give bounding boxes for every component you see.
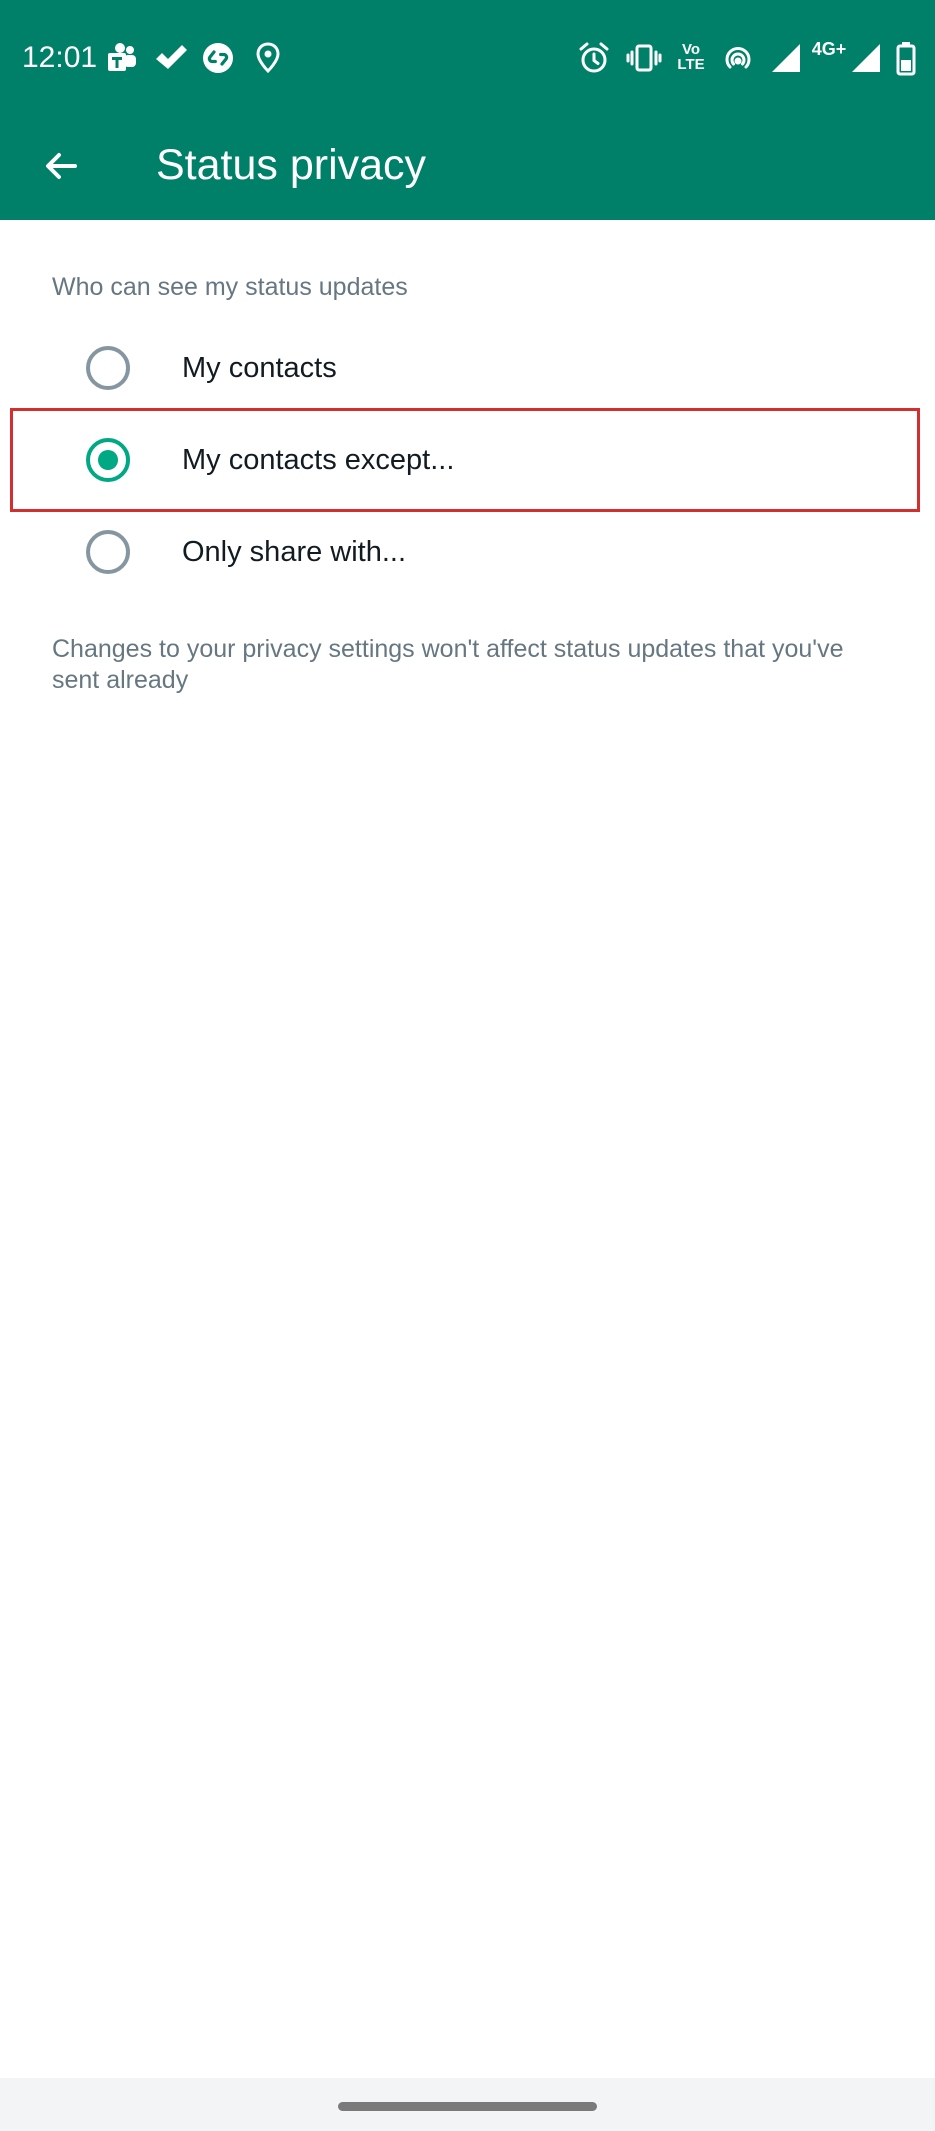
status-time: 12:01 [22,41,98,74]
signal-icon [768,40,804,76]
option-only-share-with[interactable]: Only share with... [0,506,935,598]
radio-button-unchecked[interactable] [86,346,130,390]
option-label: My contacts [182,352,337,384]
section-header: Who can see my status updates [52,273,408,301]
check-icon [152,40,188,76]
location-icon [250,40,286,76]
status-bar: 12:01 Vo LTE 4G+ [0,0,935,115]
navigation-bar [0,2078,935,2131]
hotspot-icon [720,40,756,76]
app-bar: 12:01 Vo LTE 4G+ Status privacy [0,0,935,220]
option-label: Only share with... [182,536,407,568]
radio-button-unchecked[interactable] [86,530,130,574]
home-indicator[interactable] [338,2102,597,2111]
battery-icon [888,40,924,76]
teams-icon [104,40,140,76]
network-4g-icon: 4G+ [811,39,847,59]
privacy-footer-note: Changes to your privacy settings won't a… [52,635,844,694]
option-label: My contacts except... [182,444,455,476]
radio-button-checked[interactable] [86,438,130,482]
toolbar: Status privacy [0,115,935,220]
arrow-left-icon [46,153,77,179]
option-my-contacts-except[interactable]: My contacts except... [0,414,935,506]
signal-icon-2 [848,40,884,76]
volte-icon: Vo LTE [677,41,705,73]
back-button[interactable] [30,135,92,197]
alarm-icon [576,40,612,76]
page-title: Status privacy [156,141,427,189]
vibrate-icon [626,40,662,76]
shazam-icon [200,40,236,76]
option-my-contacts[interactable]: My contacts [0,322,935,414]
